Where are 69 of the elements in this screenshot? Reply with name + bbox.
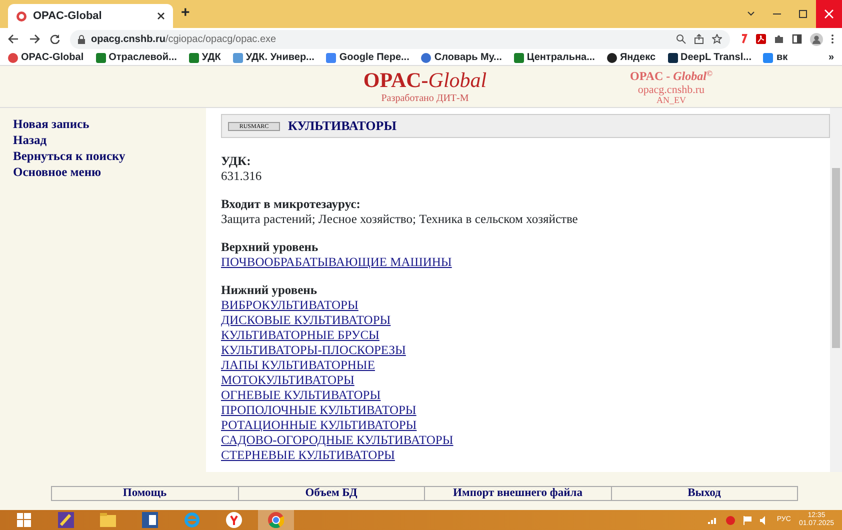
footer-link[interactable]: Импорт внешнего файла	[425, 487, 612, 500]
section-heading: Нижний уровень	[221, 283, 318, 298]
address-field[interactable]: opacg.cnshb.ru/cgiopac/opacg/opac.exe	[70, 30, 730, 48]
record-title: КУЛЬТИВАТОРЫ	[288, 117, 396, 136]
browser-tab[interactable]: OPAC-Global	[8, 4, 173, 28]
bookmark[interactable]: Отраслевой...	[96, 50, 177, 65]
more-icon[interactable]	[831, 34, 834, 44]
bookmark[interactable]: Центральна...	[514, 50, 595, 65]
section-heading: УДК:	[221, 154, 252, 169]
term-link[interactable]: МОТОКУЛЬТИВАТОРЫ	[221, 373, 354, 388]
footer-link[interactable]: Выход	[612, 487, 797, 500]
author-label: AN_EV	[656, 96, 686, 106]
windows-start-icon[interactable]	[17, 513, 31, 527]
maximize-icon[interactable]	[798, 9, 808, 19]
signal-icon[interactable]	[708, 516, 718, 524]
term-link[interactable]: ДИСКОВЫЕ КУЛЬТИВАТОРЫ	[221, 313, 391, 328]
subtitle: Разработано ДИТ-М	[381, 92, 469, 106]
field-value: 631.316	[221, 169, 263, 184]
pdf-icon[interactable]	[756, 34, 766, 44]
share-icon[interactable]	[694, 34, 704, 44]
reload-icon[interactable]	[50, 34, 60, 44]
field-value: Защита растений; Лесное хозяйство; Техника в сельском хозяйстве	[221, 212, 579, 227]
bookmark[interactable]: Словарь Му...	[421, 50, 502, 65]
term-link[interactable]: ПРОПОЛОЧНЫЕ КУЛЬТИВАТОРЫ	[221, 403, 416, 418]
back-icon[interactable]	[8, 34, 19, 44]
bookmark[interactable]: УДК	[188, 50, 221, 65]
section-heading: Входит в микротезаурус:	[221, 197, 362, 212]
bookmark[interactable]: УДК. Универ...	[232, 50, 314, 65]
star-icon[interactable]	[712, 34, 722, 44]
new-tab-button[interactable]: +	[181, 2, 190, 24]
sidebar-icon[interactable]	[792, 34, 802, 44]
extension-icon[interactable]	[740, 34, 748, 44]
term-link[interactable]: КУЛЬТИВАТОРЫ-ПЛОСКОРЕЗЫ	[221, 343, 406, 358]
lock-icon	[78, 34, 85, 44]
term-link[interactable]: СТЕРНЕВЫЕ КУЛЬТИВАТОРЫ	[221, 448, 395, 463]
sidebar-link[interactable]: Новая запись	[13, 116, 193, 132]
term-link[interactable]: ОГНЕВЫЕ КУЛЬТИВАТОРЫ	[221, 388, 381, 403]
avatar-icon[interactable]	[810, 32, 823, 46]
browser-circle-icon[interactable]	[268, 512, 284, 528]
bookmark[interactable]: вк	[763, 50, 788, 65]
site-host: opacg.cnshb.ru	[638, 84, 705, 96]
browser-y-icon[interactable]	[226, 512, 242, 528]
flag-icon[interactable]	[742, 516, 752, 524]
section-heading: Верхний уровень	[221, 240, 320, 255]
sidebar-link[interactable]: Вернуться к поиску	[13, 148, 193, 164]
sidebar-link[interactable]: Назад	[13, 132, 193, 148]
term-link[interactable]: КУЛЬТИВАТОРНЫЕ БРУСЫ	[221, 328, 380, 343]
bookmark[interactable]: Яндекс	[606, 50, 656, 65]
more-bookmarks-button[interactable]: »	[828, 50, 834, 65]
corner-title: OPAC - Global$^{©}$	[630, 70, 712, 84]
close-icon[interactable]	[157, 12, 165, 20]
term-link[interactable]: ПОЧВООБРАБАТЫВАЮЩИЕ МАШИНЫ	[221, 255, 452, 270]
term-link[interactable]: САДОВО-ОГОРОДНЫЕ КУЛЬТИВАТОРЫ	[221, 433, 454, 448]
pen-app-icon[interactable]	[58, 512, 74, 528]
footer-link[interactable]: Объем БД	[238, 487, 425, 500]
term-link[interactable]: ВИБРОКУЛЬТИВАТОРЫ	[221, 298, 358, 313]
term-link[interactable]: ЛАПЫ КУЛЬТИВАТОРНЫЕ	[221, 358, 375, 373]
scrollbar[interactable]	[830, 108, 842, 472]
forward-icon[interactable]	[29, 34, 40, 44]
footer-link[interactable]: Помощь	[52, 487, 238, 500]
bookmark[interactable]: DeepL Transl...	[668, 50, 752, 65]
site-logo: OPAC-Global	[363, 70, 487, 91]
sidebar-link[interactable]: Основное меню	[13, 164, 193, 180]
site-icon	[16, 10, 27, 22]
zoom-icon[interactable]	[676, 34, 686, 44]
document-app-icon[interactable]	[142, 512, 158, 528]
bookmark[interactable]: Google Пере...	[326, 50, 410, 65]
bookmark[interactable]: OPAC-Global	[8, 50, 84, 65]
term-link[interactable]: РОТАЦИОННЫЕ КУЛЬТИВАТОРЫ	[221, 418, 417, 433]
